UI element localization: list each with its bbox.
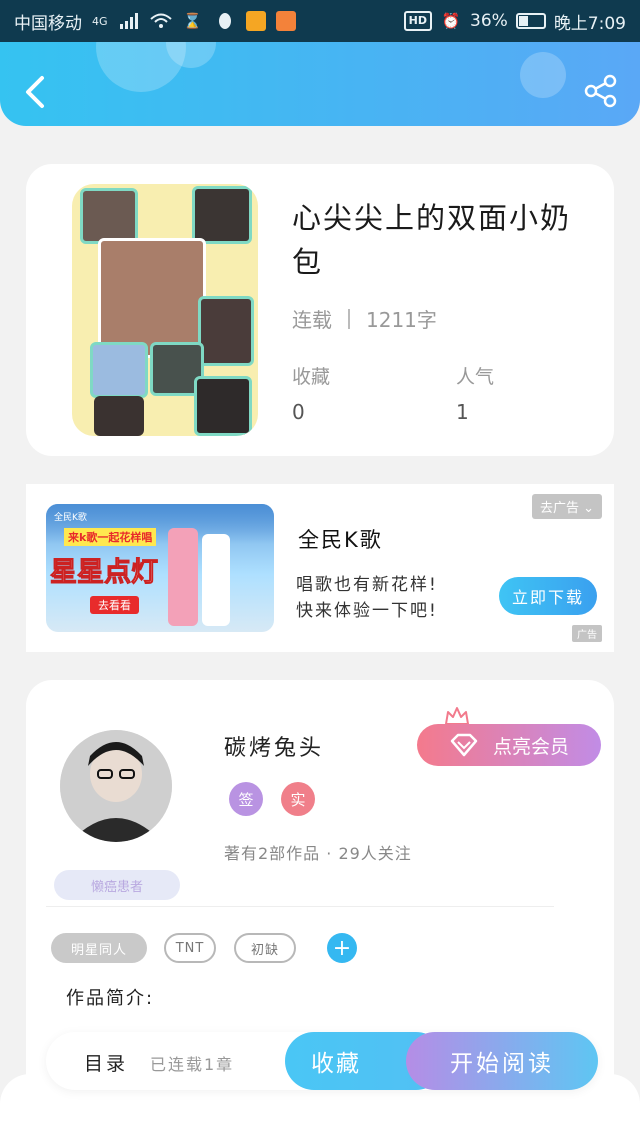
battery-percent: 36% [470,11,508,31]
book-meta: 连载 1211字 [292,304,437,333]
share-icon [584,74,617,108]
book-info-card: 心尖尖上的双面小奶包 连载 1211字 收藏 0 人气 1 [26,164,614,456]
weibo-icon [245,11,266,31]
toc-button[interactable]: 目录 [84,1049,128,1076]
ad-desc-line1: 唱歌也有新花样! [296,575,438,595]
divider [46,906,554,907]
ad-description: 唱歌也有新花样! 快来体验一下吧! [296,572,438,624]
status-bar: 中国移动 4G ⌛ HD ⏰ 36% 晚上7:09 [0,0,640,42]
book-word-count: 1211字 [366,308,437,332]
collect-label: 收藏 [292,366,331,388]
carrier-label: 中国移动 [14,13,82,34]
remove-ad-label: 去广告 [539,501,579,516]
author-avatar[interactable] [60,730,172,842]
verified-badge: 实 [281,782,315,816]
book-status: 连载 [292,308,332,332]
back-arrow-icon [26,76,44,108]
share-button[interactable] [584,74,618,108]
start-reading-button[interactable]: 开始阅读 [406,1032,598,1090]
author-meta: 著有2部作品 · 29人关注 [224,844,412,863]
tag-third[interactable]: 初缺 [234,933,296,963]
network-label: 4G [92,14,108,28]
ad-mark: 广告 [572,625,602,642]
back-button[interactable] [20,72,50,112]
header-bar [0,42,640,126]
author-decor-tag: 懒癌患者 [54,870,180,900]
collect-value: 0 [292,400,305,424]
meta-divider [348,308,350,329]
ad-image-subtitle: 来k歌一起花样唱 [64,528,157,546]
signal-icon [118,11,140,31]
ad-image-button: 去看看 [90,596,139,614]
ad-banner[interactable]: 全民K歌 来k歌一起花样唱 星星点灯 去看看 去广告 ⌄ 全民K歌 唱歌也有新花… [26,484,614,652]
author-name: 碳烤兔头 [224,736,325,761]
hourglass-icon: ⌛ [183,12,202,30]
ad-image-logo: 全民K歌 [54,513,87,523]
alarm-icon: ⏰ [441,12,461,30]
vip-button[interactable]: 点亮会员 [417,724,601,766]
signed-badge: 签 [229,782,263,816]
tag-star-fanfic[interactable]: 明星同人 [51,933,147,963]
chapter-count: 已连载1章 [150,1055,235,1074]
hd-icon: HD [403,11,433,31]
add-tag-button[interactable]: + [327,933,357,963]
ad-image-headline: 星星点灯 [50,557,159,589]
qq-icon [214,11,236,31]
ad-image[interactable]: 全民K歌 来k歌一起花样唱 星星点灯 去看看 [46,504,274,632]
video-app-icon [275,11,296,31]
book-cover[interactable] [72,184,258,436]
crown-icon [445,707,469,725]
bottom-action-bar: 目录 已连载1章 收藏 开始阅读 [46,1032,598,1090]
remove-ad-button[interactable]: 去广告 ⌄ [531,494,602,519]
time-label: 晚上7:09 [553,13,626,34]
book-title: 心尖尖上的双面小奶包 [292,201,572,279]
tag-tnt[interactable]: TNT [164,933,216,963]
ad-title: 全民K歌 [298,528,383,552]
battery-icon [515,13,546,29]
ad-desc-line2: 快来体验一下吧! [296,601,438,621]
popularity-label: 人气 [456,366,495,388]
plus-icon: + [332,935,352,961]
wifi-icon [149,11,172,31]
intro-label: 作品简介: [66,988,155,1009]
ad-download-button[interactable]: 立即下载 [499,577,597,615]
popularity-value: 1 [456,400,469,424]
vip-label: 点亮会员 [492,735,569,758]
diamond-icon [450,733,478,757]
